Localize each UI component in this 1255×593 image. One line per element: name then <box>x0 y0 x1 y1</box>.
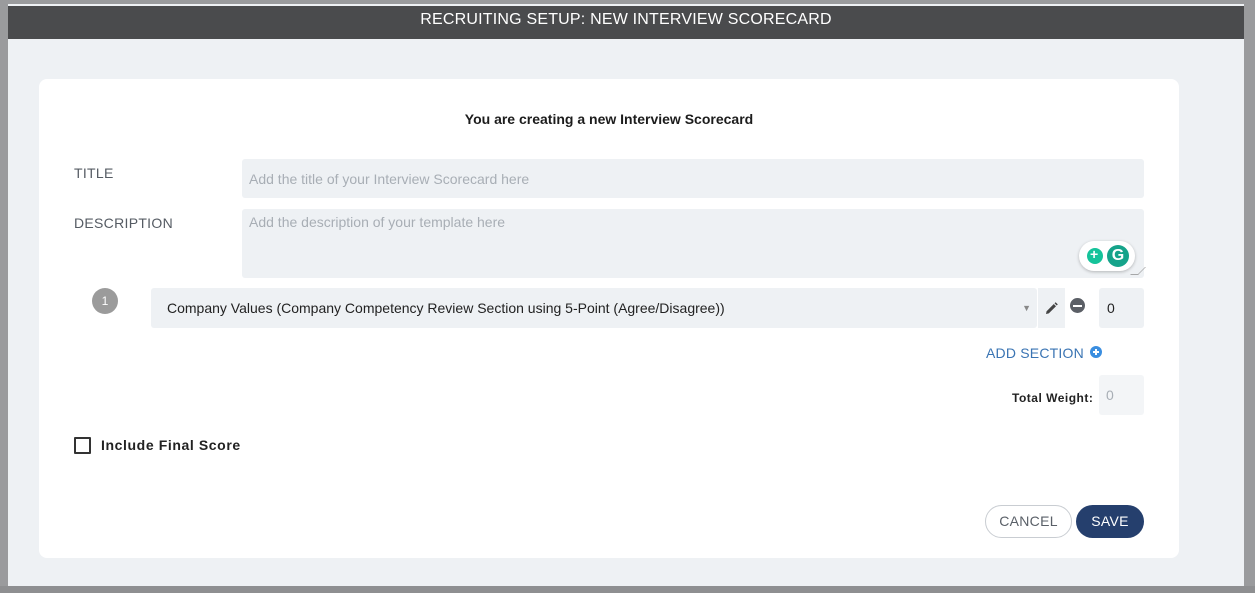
description-label: DESCRIPTION <box>74 215 173 231</box>
plus-circle-icon <box>1089 346 1102 358</box>
description-input[interactable] <box>242 209 1144 278</box>
section-select[interactable]: Company Values (Company Competency Revie… <box>151 288 1037 328</box>
save-button[interactable]: SAVE <box>1076 505 1144 538</box>
total-weight-label: Total Weight: <box>1012 391 1094 405</box>
modal-dialog: RECRUITING SETUP: NEW INTERVIEW SCORECAR… <box>8 4 1244 586</box>
section-number-badge: 1 <box>92 288 118 314</box>
caret-down-icon: ▼ <box>1022 303 1031 313</box>
form-subtitle: You are creating a new Interview Scoreca… <box>464 111 754 127</box>
scorecard-form-card: You are creating a new Interview Scoreca… <box>39 79 1179 558</box>
backdrop-bottom-edge <box>0 586 1255 593</box>
add-section-label: ADD SECTION <box>986 345 1084 361</box>
add-section-button[interactable]: ADD SECTION <box>986 345 1102 361</box>
grammarly-bulb-icon[interactable] <box>1087 246 1103 264</box>
grammarly-icon[interactable]: G <box>1107 245 1129 267</box>
title-input[interactable] <box>242 159 1144 198</box>
modal-header: RECRUITING SETUP: NEW INTERVIEW SCORECAR… <box>8 6 1244 39</box>
cancel-button[interactable]: CANCEL <box>985 505 1072 538</box>
section-select-value: Company Values (Company Competency Revie… <box>167 300 725 316</box>
total-weight-value: 0 <box>1099 375 1144 415</box>
remove-section-button[interactable] <box>1070 298 1085 313</box>
edit-section-button[interactable] <box>1037 288 1065 328</box>
include-final-score-checkbox[interactable] <box>74 437 91 454</box>
include-final-score-label[interactable]: Include Final Score <box>101 437 241 453</box>
section-weight-input[interactable] <box>1099 288 1144 328</box>
pencil-icon <box>1046 301 1058 314</box>
title-label: TITLE <box>74 165 114 181</box>
grammarly-widget[interactable]: G <box>1079 241 1135 271</box>
